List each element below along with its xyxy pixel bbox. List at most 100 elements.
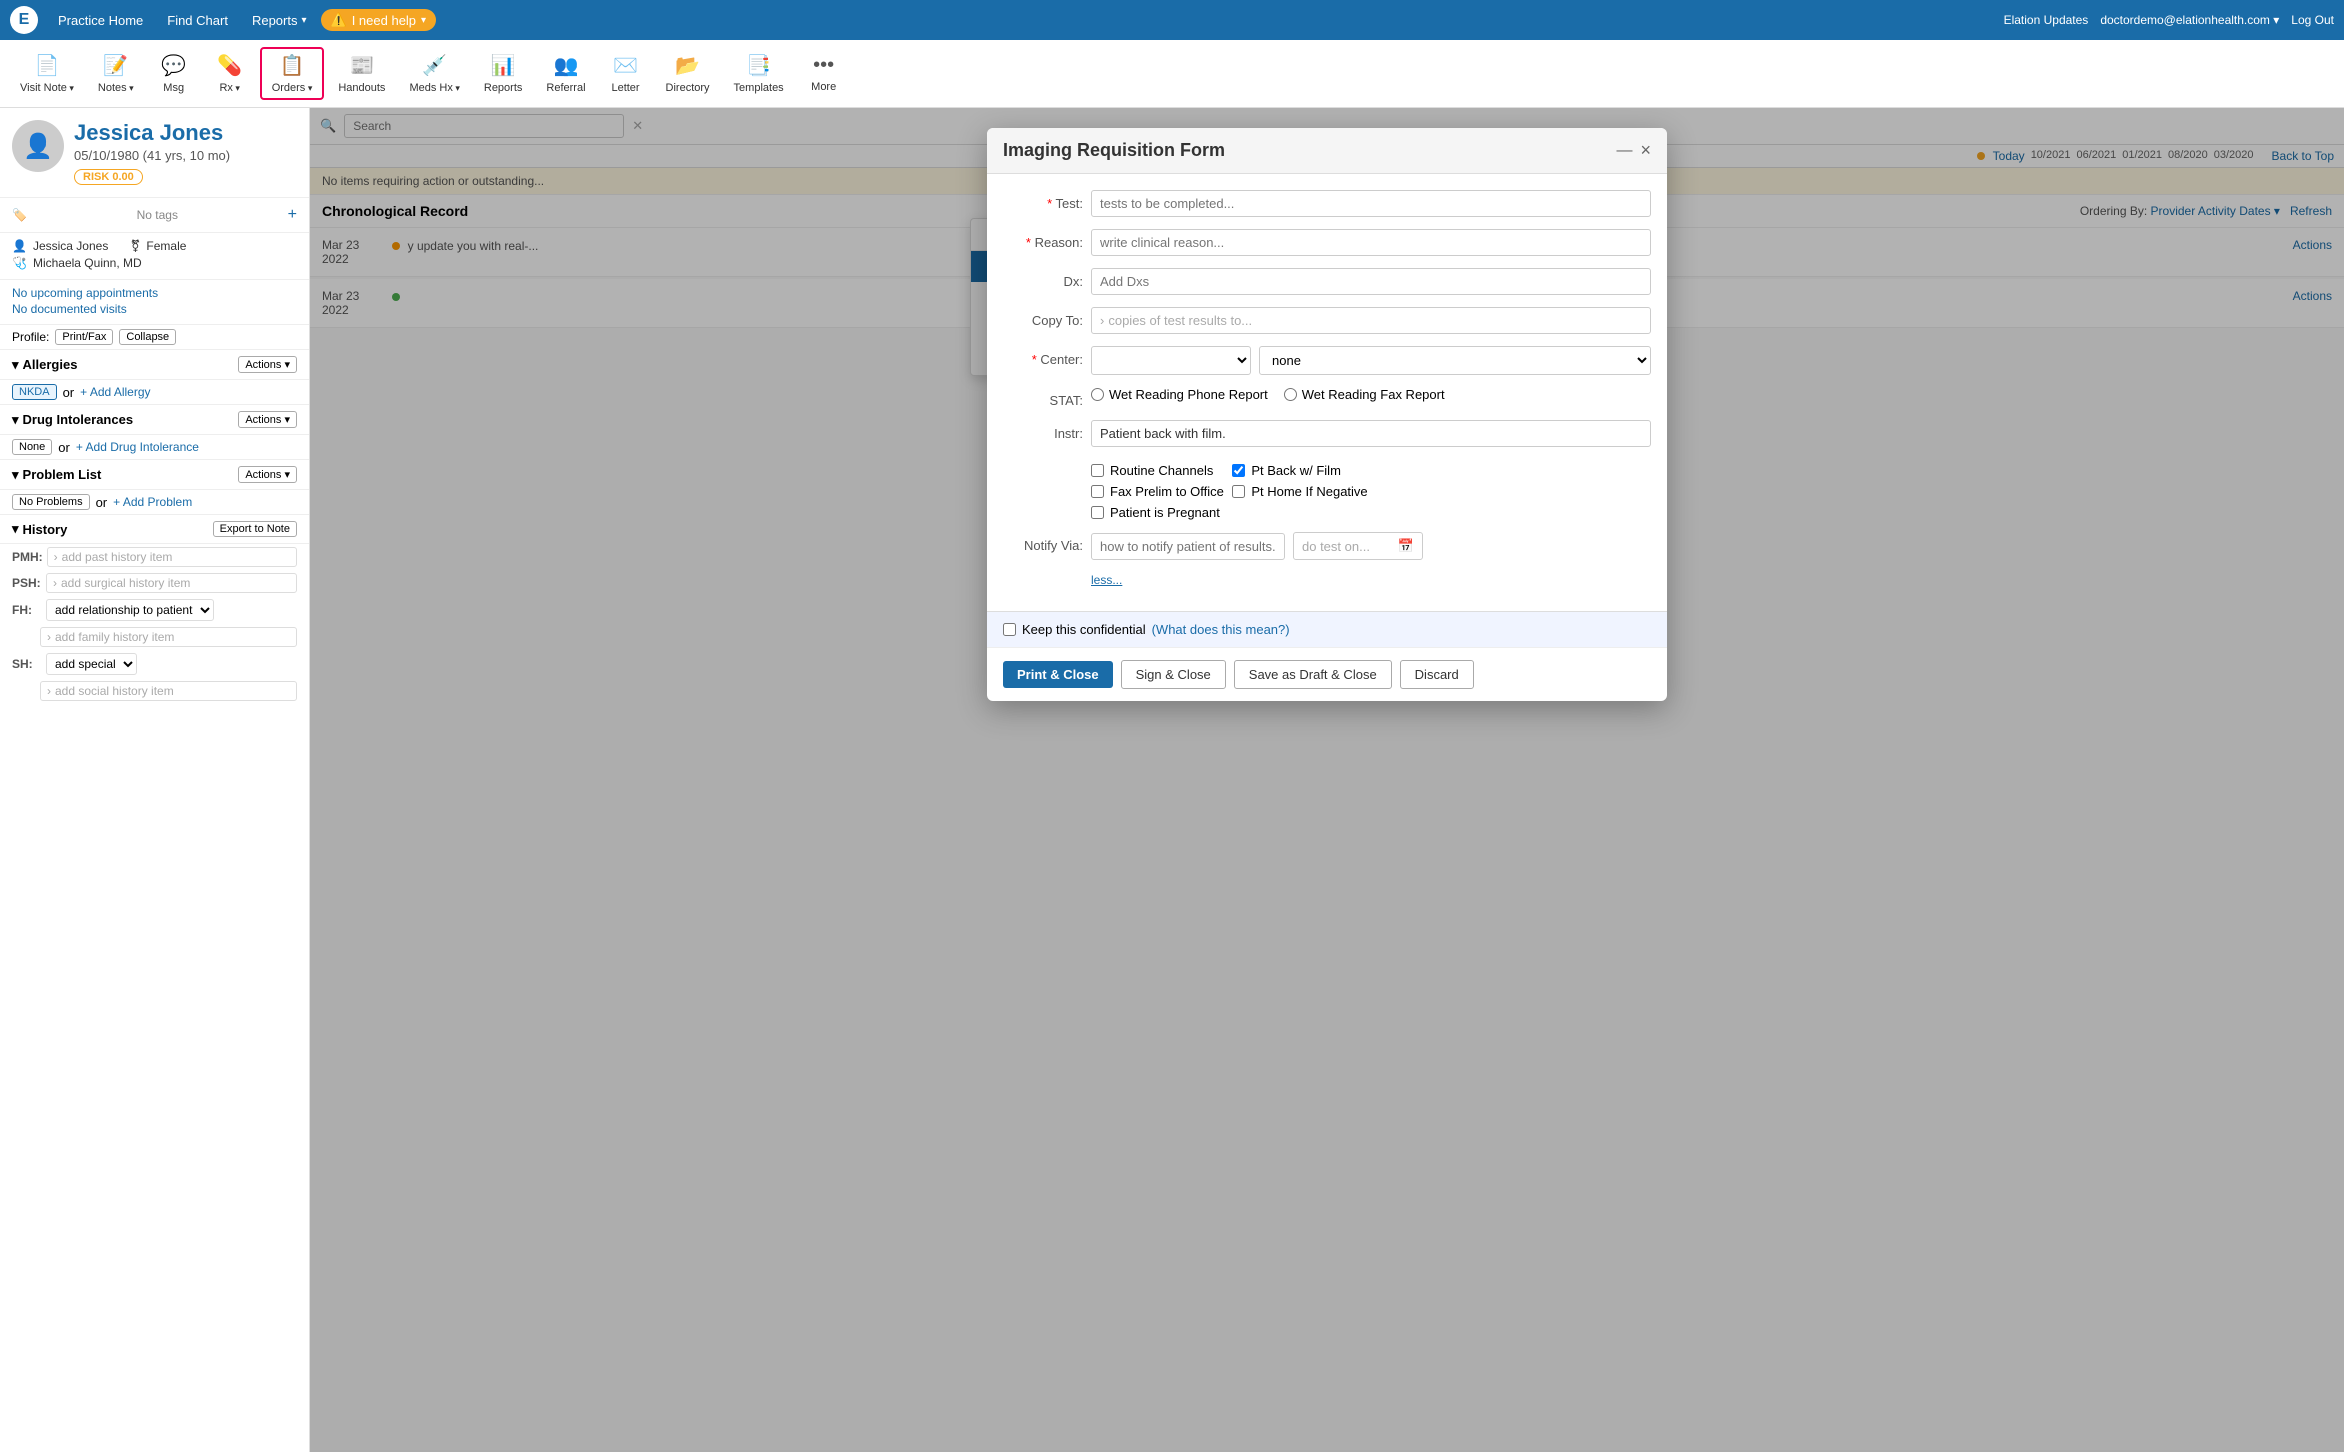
patient-provider: Michaela Quinn, MD xyxy=(33,256,142,270)
wet-phone-radio-input[interactable] xyxy=(1091,388,1104,401)
history-collapse-icon[interactable]: ▾ xyxy=(12,521,19,537)
history-section-header: ▾ History Export to Note xyxy=(0,515,309,544)
sh-history-input[interactable]: › add social history item xyxy=(40,681,297,701)
notes-label: Notes xyxy=(98,82,134,94)
print-fax-button[interactable]: Print/Fax xyxy=(55,329,113,345)
notify-via-row: Notify Via: do test on... 📅 xyxy=(1003,532,1651,560)
no-appointments-link[interactable]: No upcoming appointments xyxy=(12,286,297,300)
reason-input[interactable] xyxy=(1091,229,1651,256)
visit-note-button[interactable]: 📄 Visit Note xyxy=(10,49,84,98)
no-visits-link[interactable]: No documented visits xyxy=(12,302,297,316)
instr-input[interactable] xyxy=(1091,420,1651,447)
allergies-collapse-icon[interactable]: ▾ xyxy=(12,357,19,373)
copy-to-input[interactable]: › copies of test results to... xyxy=(1091,307,1651,334)
more-button[interactable]: ••• More xyxy=(798,50,850,97)
msg-button[interactable]: 💬 Msg xyxy=(148,49,200,98)
i-need-help-button[interactable]: ⚠️ I need help ▾ xyxy=(321,9,437,31)
pmh-input[interactable]: › add past history item xyxy=(47,547,297,567)
msg-label: Msg xyxy=(163,82,184,94)
pregnant-input[interactable] xyxy=(1091,506,1104,519)
directory-button[interactable]: 📂 Directory xyxy=(656,49,720,98)
what-does-mean-link[interactable]: (What does this mean?) xyxy=(1152,622,1290,637)
print-close-button[interactable]: Print & Close xyxy=(1003,661,1113,688)
rx-button[interactable]: 💊 Rx xyxy=(204,49,256,98)
pt-back-input[interactable] xyxy=(1232,464,1245,477)
handouts-button[interactable]: 📰 Handouts xyxy=(328,49,395,98)
problem-list-actions-button[interactable]: Actions ▾ xyxy=(238,466,297,483)
save-draft-button[interactable]: Save as Draft & Close xyxy=(1234,660,1392,689)
rx-label: Rx xyxy=(219,82,239,94)
collapse-button[interactable]: Collapse xyxy=(119,329,176,345)
confidential-checkbox[interactable] xyxy=(1003,623,1016,636)
fh-history-input[interactable]: › add family history item xyxy=(40,627,297,647)
wet-phone-radio[interactable]: Wet Reading Phone Report xyxy=(1091,387,1268,402)
wet-fax-radio-input[interactable] xyxy=(1284,388,1297,401)
letter-label: Letter xyxy=(611,82,639,94)
less-link[interactable]: less... xyxy=(1091,573,1122,587)
meds-hx-label: Meds Hx xyxy=(409,82,459,94)
notes-button[interactable]: 📝 Notes xyxy=(88,49,144,98)
confidential-text: Keep this confidential xyxy=(1022,622,1146,637)
problem-list-title: Problem List xyxy=(23,467,102,482)
discard-button[interactable]: Discard xyxy=(1400,660,1474,689)
practice-home-link[interactable]: Practice Home xyxy=(48,9,153,32)
user-email-dropdown[interactable]: doctordemo@elationhealth.com ▾ xyxy=(2100,13,2279,27)
reports-nav-link[interactable]: Reports ▾ xyxy=(242,9,317,32)
add-tag-button[interactable]: + xyxy=(288,206,297,224)
routine-channels-checkbox[interactable]: Routine Channels xyxy=(1091,463,1226,478)
minimize-icon[interactable]: — xyxy=(1616,142,1632,160)
pmh-caret-icon: › xyxy=(54,550,58,564)
psh-input[interactable]: › add surgical history item xyxy=(46,573,297,593)
add-problem-link[interactable]: Add Problem xyxy=(113,495,192,509)
routine-channels-input[interactable] xyxy=(1091,464,1104,477)
sh-input-row: › add social history item xyxy=(0,678,309,704)
no-problems-badge: No Problems xyxy=(12,494,90,510)
history-title: History xyxy=(23,522,68,537)
add-allergy-link[interactable]: Add Allergy xyxy=(80,385,150,399)
orders-button[interactable]: 📋 Orders xyxy=(260,47,325,100)
fax-prelim-label: Fax Prelim to Office xyxy=(1110,484,1224,499)
find-chart-link[interactable]: Find Chart xyxy=(157,9,238,32)
logout-link[interactable]: Log Out xyxy=(2291,13,2334,27)
letter-button[interactable]: ✉️ Letter xyxy=(600,49,652,98)
reports-toolbar-button[interactable]: 📊 Reports xyxy=(474,49,533,98)
psh-label: PSH: xyxy=(12,576,42,590)
templates-button[interactable]: 📑 Templates xyxy=(724,49,794,98)
do-test-on-input[interactable]: do test on... 📅 xyxy=(1293,532,1423,560)
pt-home-input[interactable] xyxy=(1232,485,1245,498)
dx-input[interactable] xyxy=(1091,268,1651,295)
referral-button[interactable]: 👥 Referral xyxy=(536,49,595,98)
rx-icon: 💊 xyxy=(217,53,242,78)
notify-inputs: do test on... 📅 xyxy=(1091,532,1423,560)
allergies-actions-button[interactable]: Actions ▾ xyxy=(238,356,297,373)
test-input[interactable] xyxy=(1091,190,1651,217)
patient-info: Jessica Jones 05/10/1980 (41 yrs, 10 mo)… xyxy=(74,120,230,185)
center-none-select[interactable]: none xyxy=(1259,346,1651,375)
elation-updates-link[interactable]: Elation Updates xyxy=(2004,13,2089,27)
patient-name: Jessica Jones xyxy=(74,120,230,146)
fh-relationship-select[interactable]: add relationship to patient xyxy=(46,599,214,621)
drug-intolerances-actions-button[interactable]: Actions ▾ xyxy=(238,411,297,428)
pmh-row: PMH: › add past history item xyxy=(0,544,309,570)
pt-back-checkbox[interactable]: Pt Back w/ Film xyxy=(1232,463,1367,478)
sign-close-button[interactable]: Sign & Close xyxy=(1121,660,1226,689)
fax-prelim-checkbox[interactable]: Fax Prelim to Office xyxy=(1091,484,1226,499)
wet-fax-radio[interactable]: Wet Reading Fax Report xyxy=(1284,387,1445,402)
notify-input[interactable] xyxy=(1091,533,1285,560)
center-select[interactable] xyxy=(1091,346,1251,375)
add-drug-intolerance-link[interactable]: Add Drug Intolerance xyxy=(76,440,199,454)
referral-label: Referral xyxy=(546,82,585,94)
pregnant-checkbox[interactable]: Patient is Pregnant xyxy=(1091,505,1226,520)
meds-hx-button[interactable]: 💉 Meds Hx xyxy=(399,49,469,98)
pt-home-checkbox[interactable]: Pt Home If Negative xyxy=(1232,484,1367,499)
problem-collapse-icon[interactable]: ▾ xyxy=(12,467,19,483)
export-to-note-button[interactable]: Export to Note xyxy=(213,521,297,537)
sh-row: SH: add special xyxy=(0,650,309,678)
fax-prelim-input[interactable] xyxy=(1091,485,1104,498)
fh-placeholder: add family history item xyxy=(55,630,174,644)
modal-close-button[interactable]: × xyxy=(1640,140,1651,161)
directory-label: Directory xyxy=(666,82,710,94)
drug-collapse-icon[interactable]: ▾ xyxy=(12,412,19,428)
drug-or-text: or xyxy=(58,440,70,455)
sh-special-select[interactable]: add special xyxy=(46,653,137,675)
